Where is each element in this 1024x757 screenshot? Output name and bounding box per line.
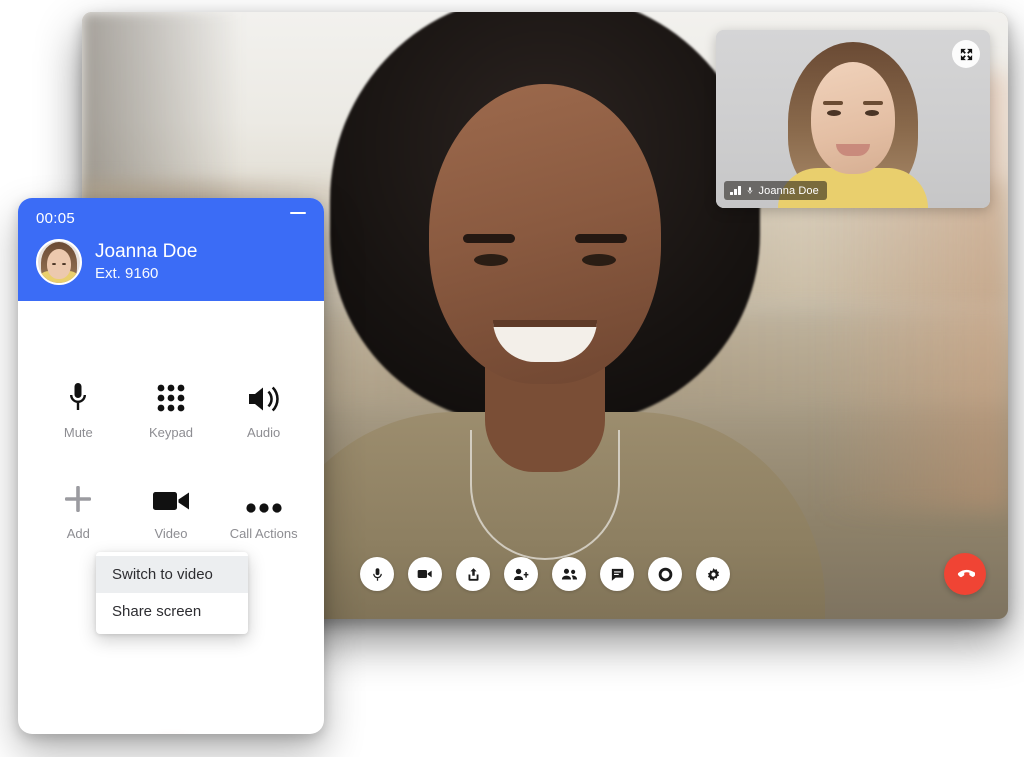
signal-bars-icon (730, 186, 741, 195)
add-label: Add (66, 526, 90, 541)
more-dots-icon (246, 480, 282, 514)
call-actions-label: Call Actions (229, 526, 298, 541)
microphone-icon (66, 379, 90, 413)
share-screen-button[interactable] (456, 557, 490, 591)
menu-item-share-screen[interactable]: Share screen (96, 593, 248, 630)
call-timer: 00:05 (36, 210, 76, 227)
pip-participant-label: Joanna Doe (724, 181, 827, 200)
phone-hangup-icon (957, 569, 975, 578)
record-button[interactable] (648, 557, 682, 591)
mute-control[interactable]: Mute (32, 379, 125, 440)
participants-button[interactable] (552, 557, 586, 591)
call-controls-grid: Mute Keypad Audio Add Video Call Actions (18, 301, 324, 541)
caller-identity: Joanna Doe Ext. 9160 (36, 239, 306, 285)
chat-bubble-icon (611, 568, 623, 581)
video-toolbar (360, 557, 730, 591)
caller-name: Joanna Doe (95, 241, 198, 262)
video-camera-icon (417, 570, 432, 578)
call-actions-menu: Switch to video Share screen (96, 552, 248, 634)
keypad-control[interactable]: Keypad (125, 379, 218, 440)
avatar (36, 239, 82, 285)
settings-button[interactable] (696, 557, 730, 591)
expand-fullscreen-icon[interactable] (952, 40, 980, 68)
call-panel-body: Mute Keypad Audio Add Video Call Actions (18, 301, 324, 734)
people-group-icon (561, 568, 577, 580)
keypad-label: Keypad (148, 425, 194, 440)
call-panel-header: 00:05 Joanna Doe Ext. 9160 (18, 198, 324, 301)
microphone-icon (372, 567, 382, 581)
audio-label: Audio (247, 425, 281, 440)
chat-button[interactable] (600, 557, 634, 591)
mute-toggle-button[interactable] (360, 557, 394, 591)
speaker-icon (247, 379, 281, 413)
person-add-icon (513, 568, 529, 580)
keypad-dots-icon (156, 379, 186, 413)
record-circle-icon (658, 567, 672, 581)
self-view-pip[interactable]: Joanna Doe (716, 30, 990, 208)
video-camera-icon (152, 480, 190, 514)
video-control[interactable]: Video (125, 480, 218, 541)
microphone-icon (747, 187, 752, 194)
call-control-panel: 00:05 Joanna Doe Ext. 9160 Mute Keypad A… (18, 198, 324, 734)
caller-extension: Ext. 9160 (95, 264, 159, 282)
screenshot-root: Joanna Doe 00:05 Joanna Doe Ext. 9160 Mu… (0, 0, 1024, 757)
add-control[interactable]: Add (32, 480, 125, 541)
menu-item-switch-to-video[interactable]: Switch to video (96, 556, 248, 593)
video-label: Video (154, 526, 188, 541)
gear-icon (707, 567, 719, 581)
pip-participant-name: Joanna Doe (758, 184, 819, 197)
mute-label: Mute (63, 425, 93, 440)
minimize-icon[interactable] (290, 212, 306, 214)
plus-icon (63, 480, 93, 514)
share-upload-icon (468, 567, 478, 581)
video-toggle-button[interactable] (408, 557, 442, 591)
call-actions-control[interactable]: Call Actions (217, 480, 310, 541)
audio-control[interactable]: Audio (217, 379, 310, 440)
end-call-button[interactable] (944, 553, 986, 595)
add-participant-button[interactable] (504, 557, 538, 591)
